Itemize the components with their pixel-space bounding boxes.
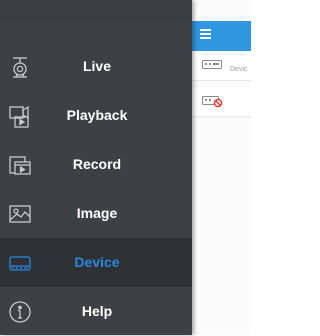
- device-list-item[interactable]: [192, 88, 251, 117]
- device-list-item[interactable]: Devic: [192, 52, 251, 81]
- record-icon: [9, 156, 31, 175]
- device-icon: [9, 256, 31, 271]
- help-icon: [9, 301, 31, 323]
- menu-item-playback[interactable]: Playback: [0, 91, 192, 140]
- dvr-device-icon: [202, 60, 222, 69]
- menu-item-help[interactable]: Help: [0, 287, 192, 336]
- menu-label: Playback: [66, 107, 128, 123]
- menu-item-record[interactable]: Record: [0, 140, 192, 189]
- menu-label: Help: [81, 303, 113, 319]
- menu-label: Image: [76, 205, 118, 221]
- menu-label: Device: [74, 254, 120, 270]
- menu-item-image[interactable]: Image: [0, 189, 192, 238]
- hamburger-menu-icon[interactable]: [200, 29, 211, 39]
- navigation-drawer: Live Playback Record Image Device Help: [0, 0, 192, 335]
- menu-item-device[interactable]: Device: [0, 238, 192, 287]
- camera-icon: [13, 57, 27, 78]
- playback-icon: [9, 105, 29, 128]
- menu-label: Record: [72, 156, 122, 172]
- image-icon: [9, 205, 31, 223]
- dvr-offline-icon: [202, 96, 223, 108]
- device-name: Devic: [230, 66, 248, 73]
- menu-label: Live: [82, 58, 111, 74]
- menu-item-live[interactable]: Live: [0, 42, 192, 91]
- status-bar: [0, 0, 192, 21]
